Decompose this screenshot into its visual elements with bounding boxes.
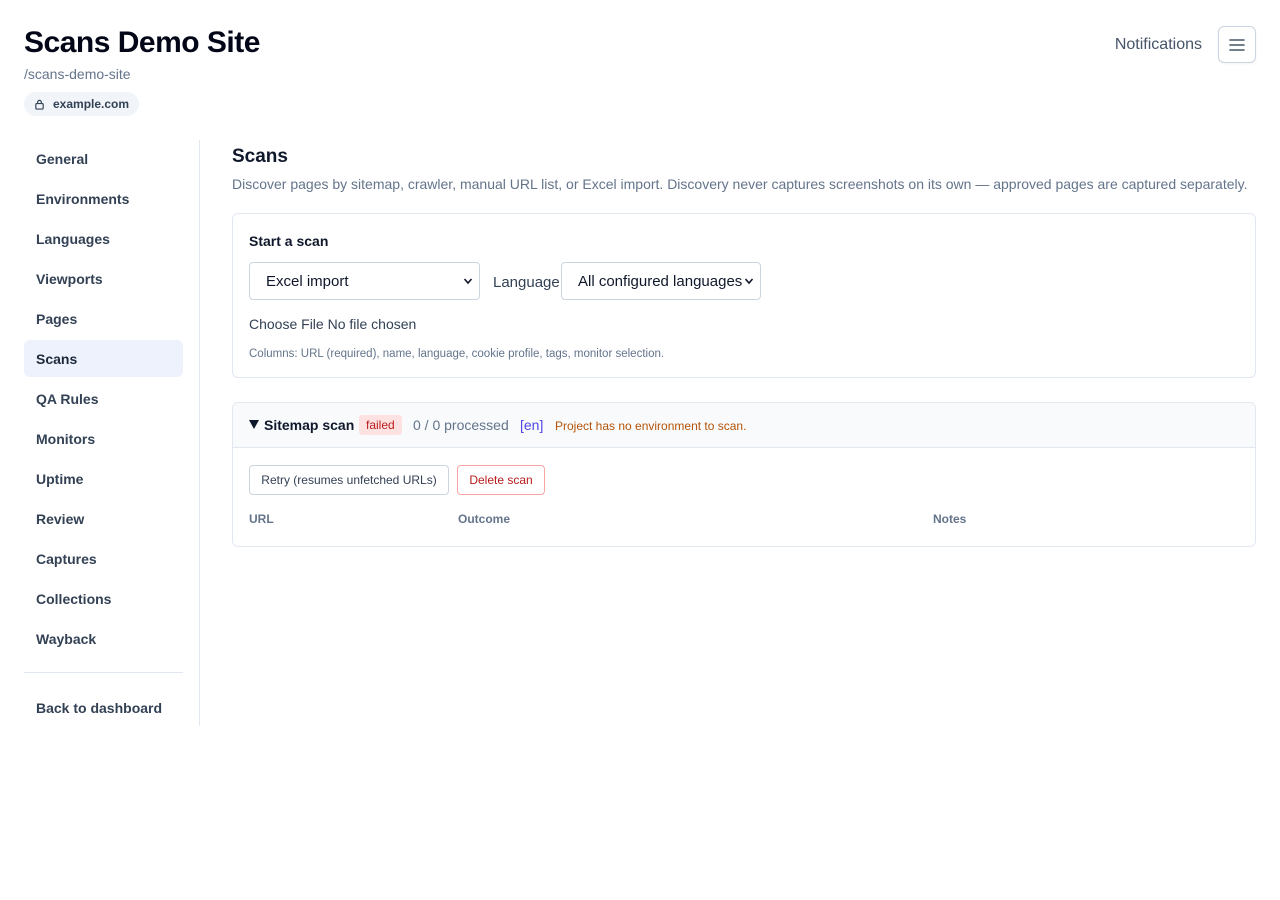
page-description: Discover pages by sitemap, crawler, manu… bbox=[232, 176, 1248, 192]
chevron-down-icon bbox=[463, 278, 473, 285]
menu-button[interactable] bbox=[1218, 26, 1256, 63]
hamburger-menu-icon bbox=[1229, 38, 1245, 51]
sidebar-item-environments[interactable]: Environments bbox=[24, 180, 183, 217]
retry-button[interactable]: Retry (resumes unfetched URLs) bbox=[249, 465, 449, 495]
sidebar-item-languages[interactable]: Languages bbox=[24, 220, 183, 257]
column-header-url: URL bbox=[249, 512, 274, 526]
column-header-notes: Notes bbox=[933, 512, 967, 526]
sidebar-item-wayback[interactable]: Wayback bbox=[24, 620, 183, 657]
sidebar-item-uptime[interactable]: Uptime bbox=[24, 460, 183, 497]
sidebar-item-general[interactable]: General bbox=[24, 140, 183, 177]
project-sidebar: General Environments Languages Viewports… bbox=[24, 140, 200, 726]
language-select[interactable]: All configured languages bbox=[561, 262, 761, 300]
back-to-dashboard-link[interactable]: Back to dashboard bbox=[24, 689, 183, 726]
processed-count: 0 / 0 processed bbox=[413, 417, 509, 433]
sidebar-item-captures[interactable]: Captures bbox=[24, 540, 183, 577]
scan-error-message: Project has no environment to scan. bbox=[555, 419, 747, 433]
language-value: All configured languages bbox=[578, 272, 743, 290]
site-title: Scans Demo Site bbox=[24, 26, 260, 59]
sidebar-item-pages[interactable]: Pages bbox=[24, 300, 183, 337]
chevron-down-icon bbox=[744, 278, 754, 285]
domain-chip: example.com bbox=[24, 92, 140, 116]
sidebar-item-scans[interactable]: Scans bbox=[24, 340, 183, 377]
sidebar-item-viewports[interactable]: Viewports bbox=[24, 260, 183, 297]
sidebar-item-review[interactable]: Review bbox=[24, 500, 183, 537]
start-scan-title: Start a scan bbox=[249, 233, 329, 249]
page-header: Scans Demo Site /scans-demo-site example… bbox=[24, 24, 1256, 124]
language-label: Language bbox=[493, 274, 560, 291]
column-header-outcome: Outcome bbox=[458, 512, 511, 526]
sidebar-item-qa-rules[interactable]: QA Rules bbox=[24, 380, 183, 417]
notifications-link[interactable]: Notifications bbox=[1115, 36, 1202, 54]
page-title: Scans bbox=[232, 146, 288, 167]
domain-label: example.com bbox=[53, 97, 130, 111]
scan-name: Sitemap scan bbox=[264, 417, 355, 433]
scan-summary-toggle[interactable]: Sitemap scan failed 0 / 0 processed [en]… bbox=[233, 403, 1255, 448]
scan-method-value: Excel import bbox=[266, 272, 349, 290]
scan-language-tag: [en] bbox=[520, 417, 544, 433]
scan-method-select[interactable]: Excel import bbox=[249, 262, 480, 300]
scan-card: Sitemap scan failed 0 / 0 processed [en]… bbox=[232, 402, 1256, 547]
start-scan-card: Start a scan Excel import Language All c… bbox=[232, 213, 1256, 378]
status-badge: failed bbox=[359, 415, 402, 435]
site-slug: /scans-demo-site bbox=[24, 66, 131, 82]
sidebar-item-monitors[interactable]: Monitors bbox=[24, 420, 183, 457]
delete-scan-button[interactable]: Delete scan bbox=[457, 465, 545, 495]
lock-icon bbox=[35, 99, 44, 110]
sidebar-item-collections[interactable]: Collections bbox=[24, 580, 183, 617]
choose-file-button[interactable]: Choose File bbox=[249, 316, 324, 332]
file-input[interactable]: Choose File No file chosen bbox=[249, 316, 416, 332]
file-status: No file chosen bbox=[327, 316, 417, 332]
sidebar-divider bbox=[24, 672, 183, 673]
columns-hint: Columns: URL (required), name, language,… bbox=[249, 348, 665, 360]
triangle-down-icon bbox=[249, 420, 259, 429]
